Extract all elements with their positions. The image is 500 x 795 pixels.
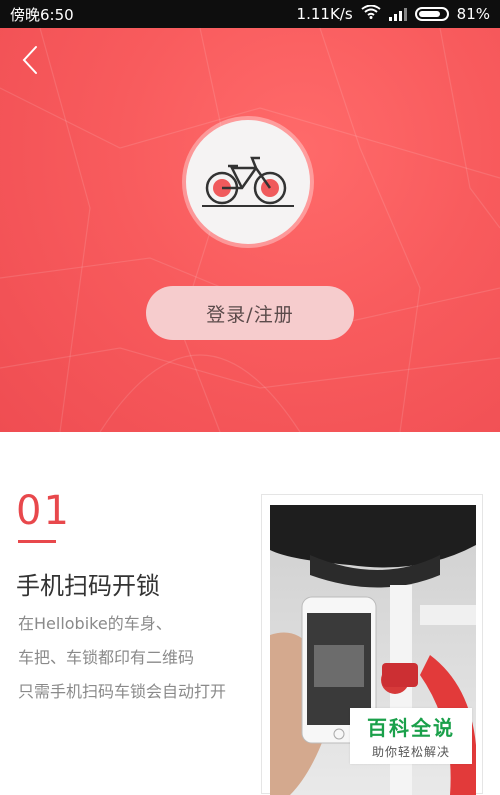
step-divider	[18, 540, 56, 543]
chevron-left-icon	[22, 46, 37, 74]
network-speed: 1.11K/s	[296, 5, 353, 23]
watermark-title: 百科全说	[367, 716, 455, 740]
avatar[interactable]	[186, 120, 310, 244]
signal-icon	[388, 7, 407, 21]
step-title: 手机扫码开锁	[16, 572, 160, 600]
status-time: 傍晚6:50	[10, 5, 74, 24]
step-number: 01	[16, 488, 71, 534]
step-description-line: 车把、车锁都印有二维码	[18, 648, 195, 667]
status-right: 1.11K/s 81%	[296, 4, 490, 23]
watermark-logo: 百科全说 助你轻松解决	[350, 708, 472, 764]
wifi-icon	[361, 4, 381, 23]
step-description-line: 在Hellobike的车身、	[18, 614, 172, 633]
battery-fill	[418, 11, 440, 17]
bicycle-icon	[202, 156, 294, 207]
battery-icon	[414, 7, 449, 21]
battery-percent: 81%	[456, 5, 490, 23]
guide-section: 01 手机扫码开锁 在Hellobike的车身、 车把、车锁都印有二维码 只需手…	[0, 432, 500, 795]
login-register-button[interactable]: 登录/注册	[146, 286, 354, 340]
step-description-line: 只需手机扫码车锁会自动打开	[18, 682, 227, 701]
status-bar: 傍晚6:50 1.11K/s 81%	[0, 0, 500, 28]
watermark-subtitle: 助你轻松解决	[371, 745, 450, 759]
back-button[interactable]	[14, 42, 46, 78]
profile-header: 登录/注册	[0, 28, 500, 432]
